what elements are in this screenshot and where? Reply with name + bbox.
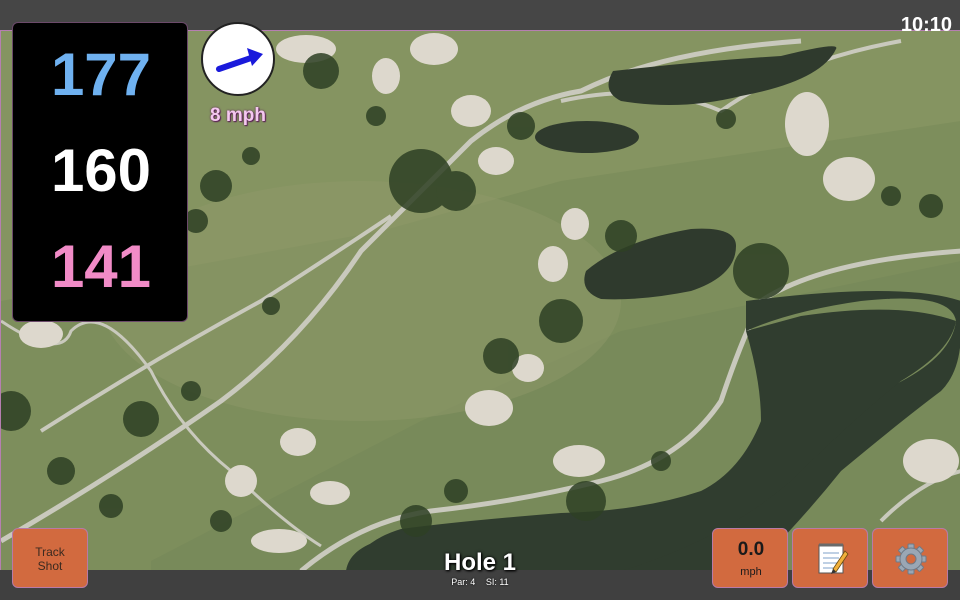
hole-title: Hole 1 [443, 549, 517, 576]
gear-icon [895, 543, 927, 575]
wind-speed-label: 8 mph [210, 105, 266, 126]
front-distance: 141 [50, 233, 152, 300]
track-shot-label-line2: Shot [37, 559, 63, 573]
back-distance: 177 [50, 41, 152, 108]
speed-button[interactable]: 0.0 mph [712, 528, 788, 588]
hole-details: Par: 4 SI: 11 [380, 577, 580, 588]
settings-button[interactable] [872, 528, 948, 588]
wind-indicator [201, 22, 275, 96]
notes-button[interactable] [792, 528, 868, 588]
speed-unit: mph [740, 566, 762, 578]
status-clock: 10:10 [900, 14, 952, 36]
notepad-icon [818, 543, 849, 574]
speed-value: 0.0 [737, 539, 765, 560]
track-shot-label-line1: Track [35, 545, 65, 559]
hole-stroke-index: SI: 11 [485, 577, 509, 587]
wind-arrow-icon [216, 48, 263, 72]
center-distance: 160 [50, 137, 152, 204]
distance-panel: 177 160 141 [12, 22, 188, 322]
hole-par: Par: 4 [451, 577, 476, 587]
track-shot-button[interactable]: Track Shot [12, 528, 88, 588]
